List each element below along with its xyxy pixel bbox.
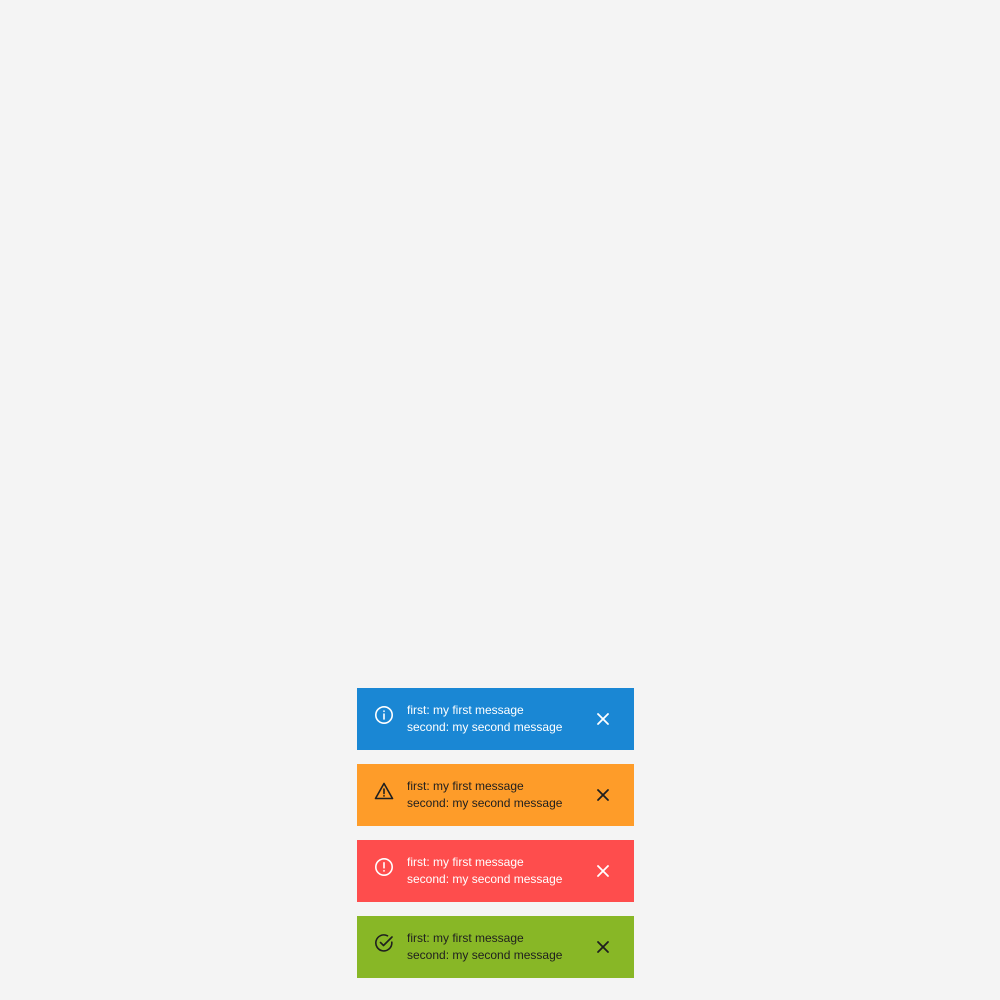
toast-line-first: first: my first message	[407, 703, 524, 717]
toast-message: first: my first message second: my secon…	[407, 930, 562, 964]
toast-line-second: second: my second message	[407, 948, 563, 962]
error-circle-icon	[374, 857, 394, 877]
toast-warning: first: my first message second: my secon…	[357, 764, 634, 826]
info-circle-icon	[374, 705, 394, 725]
close-icon[interactable]	[594, 786, 612, 804]
toast-line-first: first: my first message	[407, 779, 524, 793]
toast-error: first: my first message second: my secon…	[357, 840, 634, 902]
toast-line-first: first: my first message	[407, 931, 524, 945]
toast-message: first: my first message second: my secon…	[407, 702, 562, 736]
close-icon[interactable]	[594, 938, 612, 956]
toast-stack: first: my first message second: my secon…	[357, 688, 634, 978]
warning-triangle-icon	[374, 781, 394, 801]
close-icon[interactable]	[594, 862, 612, 880]
check-circle-icon	[374, 933, 394, 953]
close-icon[interactable]	[594, 710, 612, 728]
toast-line-second: second: my second message	[407, 872, 563, 886]
toast-info: first: my first message second: my secon…	[357, 688, 634, 750]
toast-message: first: my first message second: my secon…	[407, 778, 562, 812]
toast-line-second: second: my second message	[407, 796, 563, 810]
toast-line-second: second: my second message	[407, 720, 563, 734]
toast-line-first: first: my first message	[407, 855, 524, 869]
toast-success: first: my first message second: my secon…	[357, 916, 634, 978]
toast-message: first: my first message second: my secon…	[407, 854, 562, 888]
